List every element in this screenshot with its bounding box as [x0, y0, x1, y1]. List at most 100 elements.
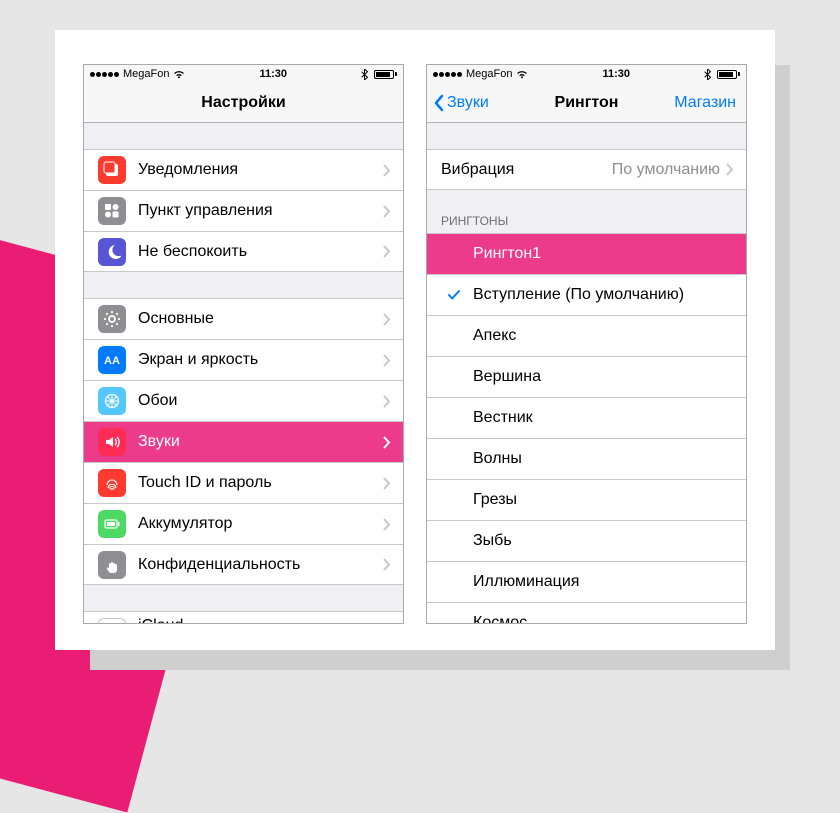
status-right: [704, 69, 740, 80]
carrier-label: MegaFon: [466, 68, 512, 80]
nav-bar: Настройки: [84, 83, 403, 123]
status-left: MegaFon: [433, 68, 528, 80]
row-label: iCloud: [138, 617, 383, 624]
ringtone-row[interactable]: Грезы: [427, 479, 746, 520]
row-label: Звуки: [138, 433, 383, 451]
row-control-center[interactable]: Пункт управления: [84, 190, 403, 231]
row-label: Основные: [138, 310, 383, 328]
chevron-right-icon: [383, 395, 391, 408]
ringtone-label: Волны: [473, 450, 734, 468]
row-dnd[interactable]: Не беспокоить: [84, 231, 403, 272]
battery-icon: [98, 510, 126, 538]
page-title: Настройки: [201, 94, 285, 112]
ringtone-label: Апекс: [473, 327, 734, 345]
clock: 11:30: [259, 68, 287, 80]
ringtone-label: Космос: [473, 614, 734, 623]
status-bar: MegaFon 11:30: [84, 65, 403, 83]
status-right: [361, 69, 397, 80]
battery-icon: [374, 70, 397, 79]
row-display[interactable]: Экран и яркость: [84, 339, 403, 380]
row-label: Аккумулятор: [138, 515, 383, 533]
ringtones-header: РИНГТОНЫ: [427, 208, 746, 233]
battery-icon: [717, 70, 740, 79]
page-title: Рингтон: [555, 94, 619, 112]
vibration-section: Вибрация По умолчанию: [427, 149, 746, 190]
notifications-icon: [98, 156, 126, 184]
row-label: Не беспокоить: [138, 243, 383, 261]
vibration-label: Вибрация: [441, 161, 612, 179]
chevron-right-icon: [383, 205, 391, 218]
row-label: Конфиденциальность: [138, 556, 383, 574]
nav-bar: Звуки Рингтон Магазин: [427, 83, 746, 123]
sound-icon: [98, 428, 126, 456]
settings-list: Уведомления Пункт управления Не беспокоить…: [84, 123, 403, 623]
row-label: Touch ID и пароль: [138, 474, 383, 492]
chevron-left-icon: [433, 94, 445, 112]
status-bar: MegaFon 11:30: [427, 65, 746, 83]
row-privacy[interactable]: Конфиденциальность: [84, 544, 403, 585]
back-button[interactable]: Звуки: [433, 83, 489, 122]
signal-dots-icon: [90, 72, 119, 77]
hand-icon: [98, 551, 126, 579]
signal-dots-icon: [433, 72, 462, 77]
row-label: Экран и яркость: [138, 351, 383, 369]
gear-icon: [98, 305, 126, 333]
moon-icon: [98, 238, 126, 266]
settings-group-2: Основные Экран и яркость Обои Звуки Touch ID…: [84, 298, 403, 585]
ringtone-label: Вершина: [473, 368, 734, 386]
wifi-icon: [173, 70, 185, 79]
ringtone-row[interactable]: Зыбь: [427, 520, 746, 561]
check-icon: [447, 288, 461, 302]
bluetooth-icon: [361, 69, 368, 80]
ringtone-row[interactable]: Вестник: [427, 397, 746, 438]
clock: 11:30: [602, 68, 630, 80]
control-center-icon: [98, 197, 126, 225]
ringtone-label: Грезы: [473, 491, 734, 509]
store-label: Магазин: [674, 94, 736, 112]
ringtone-row[interactable]: Космос: [427, 602, 746, 623]
ringtone-label: Вступление (По умолчанию): [473, 286, 734, 304]
chevron-right-icon: [383, 558, 391, 571]
settings-group-1: Уведомления Пункт управления Не беспокоить: [84, 149, 403, 272]
checkmark-slot: [437, 288, 471, 302]
display-icon: [98, 346, 126, 374]
row-vibration[interactable]: Вибрация По умолчанию: [427, 149, 746, 190]
vibration-value: По умолчанию: [612, 161, 720, 179]
row-notifications[interactable]: Уведомления: [84, 149, 403, 190]
row-icloud[interactable]: iCloudmick.sid85@gmail.com: [84, 611, 403, 623]
ringtones-section: Рингтон1 Вступление (По умолчанию) Апекс Ве…: [427, 233, 746, 623]
store-button[interactable]: Магазин: [674, 83, 736, 122]
ringtone-row[interactable]: Вершина: [427, 356, 746, 397]
back-label: Звуки: [447, 94, 489, 112]
row-general[interactable]: Основные: [84, 298, 403, 339]
phone-ringtone: MegaFon 11:30 Звуки: [426, 64, 747, 624]
wifi-icon: [516, 70, 528, 79]
row-battery[interactable]: Аккумулятор: [84, 503, 403, 544]
cloud-icon: [98, 618, 126, 624]
chevron-right-icon: [383, 354, 391, 367]
wallpaper-icon: [98, 387, 126, 415]
ringtone-row[interactable]: Иллюминация: [427, 561, 746, 602]
row-wallpaper[interactable]: Обои: [84, 380, 403, 421]
row-sounds[interactable]: Звуки: [84, 421, 403, 462]
ringtone-row[interactable]: Вступление (По умолчанию): [427, 274, 746, 315]
chevron-right-icon: [383, 164, 391, 177]
row-label: Обои: [138, 392, 383, 410]
ringtone-row[interactable]: Волны: [427, 438, 746, 479]
row-label: Уведомления: [138, 161, 383, 179]
ringtone-row[interactable]: Апекс: [427, 315, 746, 356]
ringtone-label: Рингтон1: [473, 245, 734, 263]
chevron-right-icon: [383, 477, 391, 490]
chevron-right-icon: [726, 163, 734, 176]
screenshot-card: MegaFon 11:30 Настройки Уведомления Пункт…: [55, 30, 775, 650]
row-touchid[interactable]: Touch ID и пароль: [84, 462, 403, 503]
chevron-right-icon: [383, 245, 391, 258]
ringtone-row[interactable]: Рингтон1: [427, 233, 746, 274]
ringtone-label: Вестник: [473, 409, 734, 427]
settings-group-3: iCloudmick.sid85@gmail.com: [84, 611, 403, 623]
row-label: Пункт управления: [138, 202, 383, 220]
bluetooth-icon: [704, 69, 711, 80]
ringtone-list: Вибрация По умолчанию РИНГТОНЫ Рингтон1 В…: [427, 123, 746, 623]
chevron-right-icon: [383, 313, 391, 326]
ringtone-label: Иллюминация: [473, 573, 734, 591]
